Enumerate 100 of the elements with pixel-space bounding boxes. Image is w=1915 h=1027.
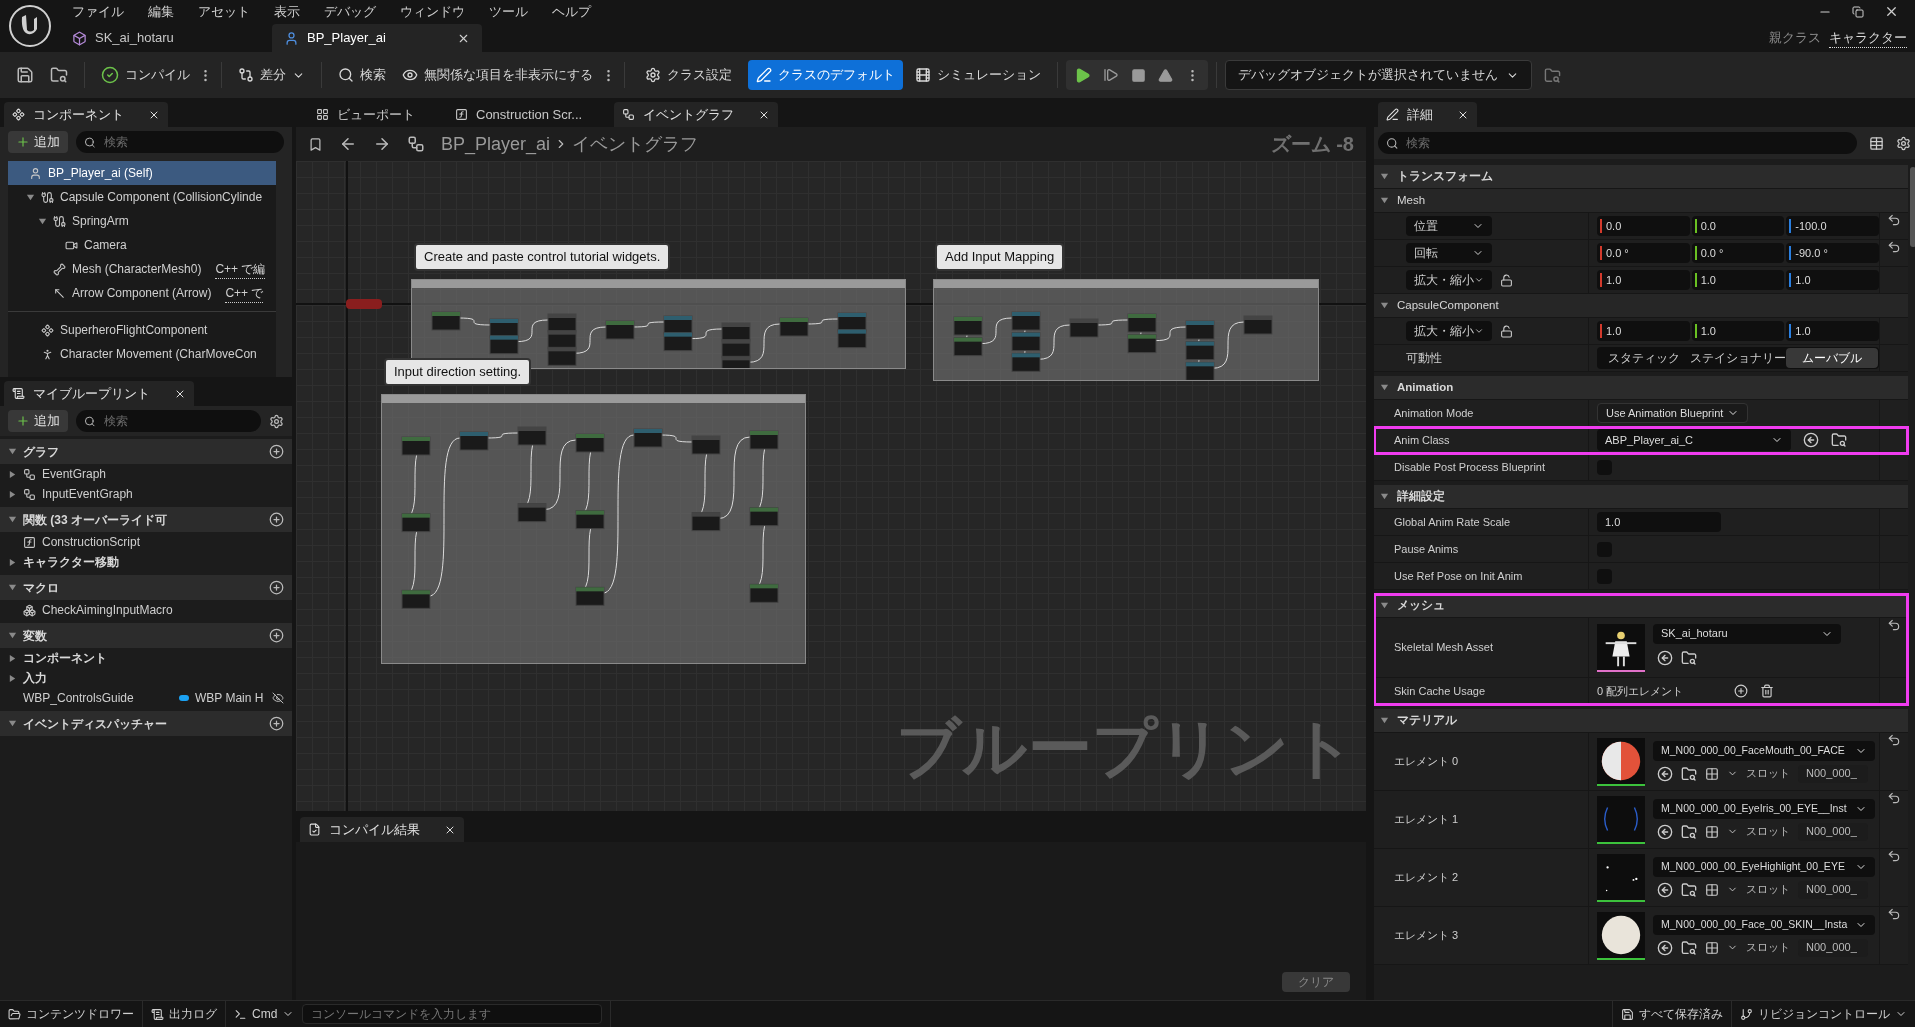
panel-tab[interactable]: コンポーネント [4, 102, 168, 127]
browse-icon[interactable] [1681, 881, 1697, 898]
delete-icon[interactable] [1760, 684, 1774, 698]
save-all-button[interactable]: すべて保存済み [1613, 1001, 1731, 1027]
menu-item[interactable]: デバッグ [312, 2, 388, 22]
browse-icon[interactable] [1681, 823, 1697, 840]
menu-item[interactable]: ファイル [60, 2, 136, 22]
blueprint-item[interactable]: 入力 [0, 668, 292, 688]
section-header[interactable]: トランスフォーム [1374, 165, 1908, 189]
checker-icon[interactable] [1705, 766, 1719, 781]
class-dropdown[interactable]: ABP_Player_ai_C [1597, 429, 1791, 451]
number-field[interactable]: 0.0 ° [1597, 243, 1690, 263]
use-selected-icon[interactable] [1803, 432, 1819, 448]
reset-icon[interactable] [1887, 849, 1901, 863]
mobility-option[interactable]: スタティック [1598, 348, 1690, 368]
number-field[interactable]: 0.0 [1691, 216, 1785, 236]
number-field[interactable]: 0.0 [1597, 216, 1690, 236]
tree-item[interactable]: Capsule Component (CollisionCylinde [8, 185, 276, 209]
section-header[interactable]: メッシュ [1374, 594, 1908, 618]
search-field[interactable]: 検索 [76, 410, 261, 432]
mode-button[interactable]: クラスのデフォルト [748, 60, 903, 90]
expanded-arrow-icon[interactable] [26, 192, 35, 202]
tree-item[interactable]: BP_Player_ai (Self) [8, 161, 276, 185]
tree-item[interactable]: SuperheroFlightComponent [8, 318, 276, 342]
blueprint-item[interactable]: EventGraph [0, 464, 292, 484]
use-selected-icon[interactable] [1657, 823, 1673, 840]
transform-dropdown[interactable]: 回転 [1406, 243, 1492, 263]
engine-logo-icon[interactable] [8, 4, 52, 48]
expanded-arrow-icon[interactable] [8, 583, 17, 592]
eye-icon[interactable] [272, 692, 284, 704]
material-dropdown[interactable]: M_N00_000_00_FaceMouth_00_FACE [1653, 740, 1875, 761]
number-field[interactable]: 1.0 [1691, 321, 1785, 341]
play-icon[interactable] [1074, 66, 1091, 84]
parent-class-link[interactable]: キャラクター [1829, 27, 1907, 48]
menu-item[interactable]: ウィンドウ [388, 2, 477, 22]
add-button[interactable]: 追加 [8, 131, 68, 153]
number-field[interactable]: 0.0 ° [1691, 243, 1785, 263]
section-header[interactable]: 関数 (33 オーバーライド可 [0, 507, 292, 532]
slot-field[interactable]: N00_000_ [1798, 764, 1868, 783]
tree-item[interactable]: Character Movement (CharMoveCon [8, 342, 276, 366]
browse-icon[interactable] [1681, 939, 1697, 956]
collapsed-arrow-icon[interactable] [8, 673, 17, 683]
use-selected-icon[interactable] [1657, 881, 1673, 898]
debug-browse-icon[interactable] [1544, 66, 1561, 84]
panel-tab[interactable]: マイブループリント [4, 381, 194, 406]
expanded-arrow-icon[interactable] [1380, 172, 1389, 181]
reset-icon[interactable] [1887, 733, 1901, 747]
stop-icon[interactable] [1131, 67, 1146, 83]
section-header[interactable]: Mesh [1374, 189, 1908, 213]
cmd-dropdown[interactable]: Cmd [226, 1001, 303, 1027]
simulation-button[interactable]: シミュレーション [907, 60, 1049, 90]
blueprint-item[interactable]: キャラクター移動 [0, 552, 292, 572]
use-selected-icon[interactable] [1657, 939, 1673, 956]
save-icon[interactable] [16, 66, 34, 84]
hide-unrelated-button[interactable]: 無関係な項目を非表示にする [394, 60, 601, 90]
tree-item[interactable]: SpringArm [8, 209, 276, 233]
number-field[interactable]: -90.0 ° [1786, 243, 1879, 263]
transform-dropdown[interactable]: 位置 [1406, 216, 1492, 236]
collapsed-arrow-icon[interactable] [8, 653, 17, 663]
reset-icon[interactable] [1887, 618, 1901, 632]
slot-field[interactable]: N00_000_ [1798, 822, 1868, 841]
expanded-arrow-icon[interactable] [1380, 716, 1389, 725]
use-selected-icon[interactable] [1657, 649, 1673, 666]
step-icon[interactable] [1103, 67, 1119, 83]
clear-button[interactable]: クリア [1282, 972, 1350, 992]
section-header[interactable]: Animation [1374, 376, 1908, 400]
material-dropdown[interactable]: M_N00_000_00_Face_00_SKIN__Insta [1653, 914, 1875, 935]
expanded-arrow-icon[interactable] [1380, 601, 1389, 610]
tree-item[interactable]: Mesh (CharacterMesh0) C++ で編 [8, 257, 276, 281]
unlock-icon[interactable] [1500, 324, 1513, 338]
cpp-edit-link[interactable]: C++ で [225, 283, 264, 303]
add-icon[interactable] [269, 716, 284, 731]
blueprint-item[interactable]: CheckAimingInputMacro [0, 600, 292, 620]
compile-button[interactable]: コンパイル [93, 60, 198, 90]
mode-button[interactable]: クラス設定 [637, 60, 740, 90]
panel-tab[interactable]: ビューポート [308, 102, 423, 127]
expanded-arrow-icon[interactable] [38, 216, 47, 226]
revision-control-button[interactable]: リビジョンコントロール [1732, 1001, 1915, 1027]
panel-tab[interactable]: Construction Scr... [447, 102, 591, 127]
settings-icon[interactable] [269, 413, 284, 429]
console-input-field[interactable]: コンソールコマンドを入力します [311, 1005, 594, 1023]
number-field[interactable]: 1.0 [1597, 270, 1690, 290]
eject-icon[interactable] [1158, 67, 1173, 83]
find-button[interactable]: 検索 [330, 60, 394, 90]
reset-icon[interactable] [1887, 907, 1901, 921]
expanded-arrow-icon[interactable] [8, 447, 17, 456]
number-field[interactable]: 1.0 [1786, 270, 1879, 290]
document-tab[interactable]: SK_ai_hotaru [60, 24, 270, 52]
browse-icon[interactable] [50, 66, 68, 84]
panel-tab[interactable]: コンパイル結果 [300, 817, 464, 842]
forward-icon[interactable] [373, 135, 391, 153]
browse-icon[interactable] [1831, 432, 1847, 448]
section-header[interactable]: CapsuleComponent [1374, 294, 1908, 318]
browse-icon[interactable] [1681, 649, 1697, 666]
section-header[interactable]: グラフ [0, 439, 292, 464]
console-input[interactable]: コンソールコマンドを入力します [302, 1004, 603, 1024]
collapsed-arrow-icon[interactable] [8, 557, 17, 567]
number-field[interactable]: 1.0 [1597, 512, 1721, 532]
add-icon[interactable] [1734, 684, 1748, 698]
output-log-button[interactable]: 出力ログ [143, 1001, 225, 1027]
